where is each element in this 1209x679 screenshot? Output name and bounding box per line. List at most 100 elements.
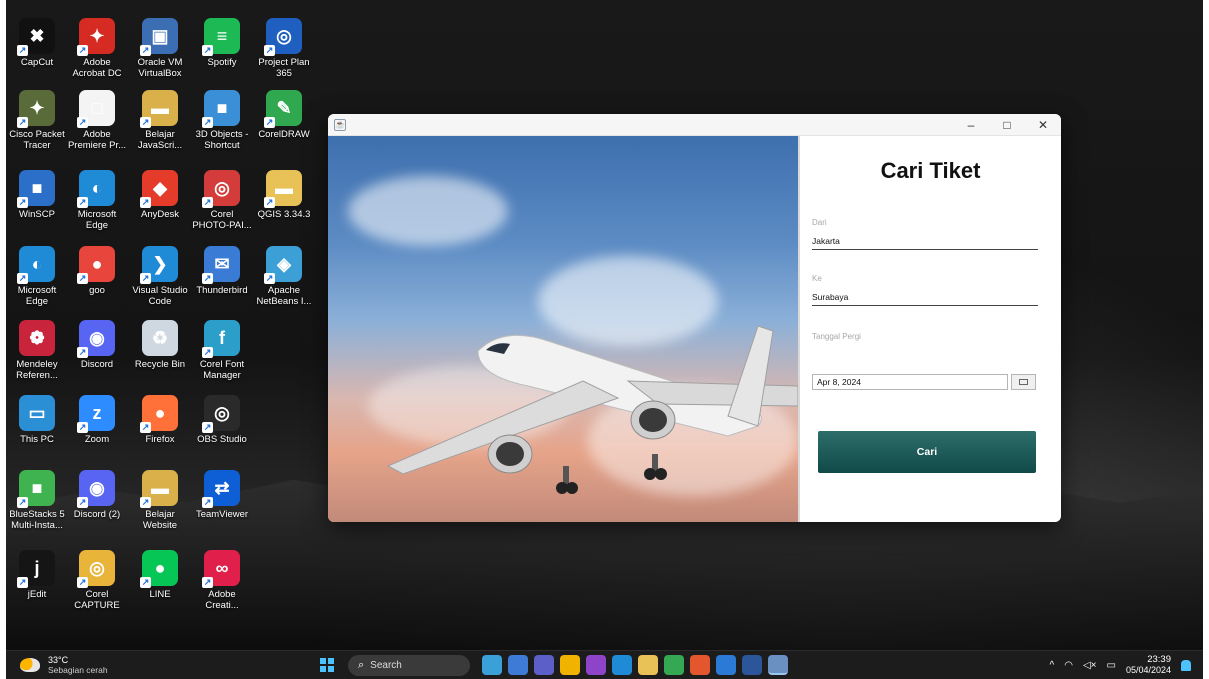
desktop-icon-discord-2[interactable]: ◉ ↗ Discord (2) — [66, 470, 128, 520]
cari-button[interactable]: Cari — [818, 431, 1036, 473]
desktop-icon-adobe-creative-cloud[interactable]: ∞ ↗ Adobe Creati... — [191, 550, 253, 611]
taskbar-search[interactable]: ⌕ Search — [348, 655, 470, 676]
window-titlebar[interactable]: ☕ – □ ✕ — [328, 114, 1061, 136]
close-button[interactable]: ✕ — [1025, 114, 1061, 136]
desktop-icon-vscode[interactable]: ❯ ↗ Visual Studio Code — [129, 246, 191, 307]
shortcut-arrow-icon: ↗ — [140, 577, 151, 588]
weather-temperature: 33°C — [48, 655, 69, 665]
calendar-picker-button[interactable] — [1011, 374, 1036, 390]
line-icon: ● ↗ — [140, 550, 178, 588]
desktop-icon-corel-photo-paint[interactable]: ◎ ↗ Corel PHOTO-PAI... — [191, 170, 253, 231]
desktop-icon-thunderbird[interactable]: ✉ ↗ Thunderbird — [191, 246, 253, 296]
desktop-icon-qgis[interactable]: ▬ ↗ QGIS 3.34.3 — [253, 170, 315, 220]
discord-icon: ◉ ↗ — [77, 320, 115, 358]
taskbar-chrome-2-icon[interactable] — [664, 655, 684, 675]
desktop-icon-microsoft-edge[interactable]: ◐ ↗ Microsoft Edge — [66, 170, 128, 231]
taskbar-teams-icon[interactable] — [534, 655, 554, 675]
ke-input[interactable]: Surabaya — [812, 292, 1038, 306]
maximize-button[interactable]: □ — [989, 114, 1025, 136]
minimize-button[interactable]: – — [953, 114, 989, 136]
goo-icon: ● ↗ — [77, 246, 115, 284]
discord-2-icon: ◉ ↗ — [77, 470, 115, 508]
shortcut-arrow-icon: ↗ — [77, 422, 88, 433]
virtualbox-icon: ▣ ↗ — [140, 18, 178, 56]
desktop-icon-cisco-packet-tracer[interactable]: ✦ ↗ Cisco Packet Tracer — [6, 90, 68, 151]
shortcut-arrow-icon: ↗ — [77, 273, 88, 284]
taskbar-file-explorer-icon[interactable] — [638, 655, 658, 675]
clock[interactable]: 23:39 05/04/2024 — [1126, 654, 1171, 676]
taskbar-app-9-icon[interactable] — [690, 655, 710, 675]
adobe-creative-cloud-icon: ∞ ↗ — [202, 550, 240, 588]
desktop-icon-netbeans[interactable]: ◈ ↗ Apache NetBeans I... — [253, 246, 315, 307]
desktop-icon-project-plan[interactable]: ◎ ↗ Project Plan 365 — [253, 18, 315, 79]
shortcut-arrow-icon: ↗ — [17, 45, 28, 56]
corel-font-manager-icon: f ↗ — [202, 320, 240, 358]
battery-icon[interactable]: ▭ — [1107, 660, 1116, 671]
chevron-up-icon[interactable]: ^ — [1050, 660, 1055, 671]
taskbar-widgets-icon[interactable] — [482, 655, 502, 675]
desktop-icon-line[interactable]: ● ↗ LINE — [129, 550, 191, 600]
volume-icon[interactable]: ◁× — [1083, 660, 1097, 671]
app-window: ☕ – □ ✕ Cari Tiket Dari Jakarta Ke Surab… — [328, 114, 1061, 522]
desktop-icon-coreldraw[interactable]: ✎ ↗ CorelDRAW — [253, 90, 315, 140]
desktop-icon-microsoft-edge-2[interactable]: ◐ ↗ Microsoft Edge — [6, 246, 68, 307]
shortcut-arrow-icon: ↗ — [264, 117, 275, 128]
desktop-icon-label: Corel PHOTO-PAI... — [192, 209, 252, 231]
desktop-icon-label: This PC — [20, 434, 54, 445]
desktop-icon-bluestacks[interactable]: ■ ↗ BlueStacks 5 Multi-Insta... — [6, 470, 68, 531]
start-button[interactable] — [320, 658, 334, 672]
taskbar-app-10-icon[interactable] — [716, 655, 736, 675]
desktop-icon-label: Belajar JavaScri... — [137, 129, 183, 151]
desktop-icon-recycle-bin[interactable]: ♻ Recycle Bin — [129, 320, 191, 370]
desktop-icon-adobe-premiere[interactable]: □ ↗ Adobe Premiere Pr... — [66, 90, 128, 151]
desktop-icon-goo[interactable]: ● ↗ goo — [66, 246, 128, 296]
desktop-icon-mendeley[interactable]: ❁ Mendeley Referen... — [6, 320, 68, 381]
taskbar-app-2-icon[interactable] — [508, 655, 528, 675]
shortcut-arrow-icon: ↗ — [77, 117, 88, 128]
desktop-icon-adobe-acrobat[interactable]: ✦ ↗ Adobe Acrobat DC — [66, 18, 128, 79]
taskbar-chrome-icon[interactable] — [560, 655, 580, 675]
taskbar-word-icon[interactable] — [742, 655, 762, 675]
desktop-icon-label: Adobe Premiere Pr... — [67, 129, 127, 151]
desktop-icon-3d-objects[interactable]: ■ ↗ 3D Objects - Shortcut — [191, 90, 253, 151]
wifi-icon[interactable]: ◠ — [1064, 660, 1073, 671]
desktop-icon-winscp[interactable]: ■ ↗ WinSCP — [6, 170, 68, 220]
desktop-icon-anydesk[interactable]: ◆ ↗ AnyDesk — [129, 170, 191, 220]
desktop-icon-label: Discord (2) — [73, 509, 121, 520]
notification-bell-icon[interactable] — [1181, 659, 1191, 671]
shortcut-arrow-icon: ↗ — [202, 347, 213, 358]
shortcut-arrow-icon: ↗ — [17, 497, 28, 508]
thunderbird-icon: ✉ ↗ — [202, 246, 240, 284]
desktop-icon-virtualbox[interactable]: ▣ ↗ Oracle VM VirtualBox — [129, 18, 191, 79]
desktop-icon-label: Project Plan 365 — [258, 57, 310, 79]
desktop-icon-jedit[interactable]: j ↗ jEdit — [6, 550, 68, 600]
recycle-bin-icon: ♻ — [142, 320, 178, 356]
desktop-icon-corel-font-manager[interactable]: f ↗ Corel Font Manager — [191, 320, 253, 381]
desktop-icon-discord[interactable]: ◉ ↗ Discord — [66, 320, 128, 370]
adobe-premiere-icon: □ ↗ — [77, 90, 115, 128]
desktop-icon-firefox[interactable]: ● ↗ Firefox — [129, 395, 191, 445]
tanggal-pergi-input[interactable]: Apr 8, 2024 — [812, 374, 1008, 390]
desktop-icon-zoom[interactable]: z ↗ Zoom — [66, 395, 128, 445]
weather-condition: Sebagian cerah — [48, 665, 108, 675]
desktop-icon-capcut[interactable]: ✖ ↗ CapCut — [6, 18, 68, 68]
desktop-icon-spotify[interactable]: ≡ ↗ Spotify — [191, 18, 253, 68]
taskbar-edge-icon[interactable] — [612, 655, 632, 675]
taskbar-java-app-icon[interactable] — [768, 655, 788, 675]
taskbar-visual-studio-icon[interactable] — [586, 655, 606, 675]
desktop-icon-belajar-website[interactable]: ▬ ↗ Belajar Website — [129, 470, 191, 531]
desktop-icon-label: Corel Font Manager — [199, 359, 245, 381]
desktop-icon-obs-studio[interactable]: ◎ ↗ OBS Studio — [191, 395, 253, 445]
desktop-icon-label: CorelDRAW — [258, 129, 310, 140]
teamviewer-icon: ⇄ ↗ — [202, 470, 240, 508]
desktop-icon-corel-capture[interactable]: ◎ ↗ Corel CAPTURE — [66, 550, 128, 611]
desktop-icon-belajar-javascript[interactable]: ▬ ↗ Belajar JavaScri... — [129, 90, 191, 151]
weather-widget[interactable]: 33°C Sebagian cerah — [20, 655, 108, 675]
dari-input[interactable]: Jakarta — [812, 236, 1038, 250]
desktop-icon-this-pc[interactable]: ▭ This PC — [6, 395, 68, 445]
coreldraw-icon: ✎ ↗ — [264, 90, 302, 128]
clock-time: 23:39 — [1147, 654, 1171, 665]
firefox-icon: ● ↗ — [140, 395, 178, 433]
bluestacks-icon: ■ ↗ — [17, 470, 55, 508]
desktop-icon-teamviewer[interactable]: ⇄ ↗ TeamViewer — [191, 470, 253, 520]
